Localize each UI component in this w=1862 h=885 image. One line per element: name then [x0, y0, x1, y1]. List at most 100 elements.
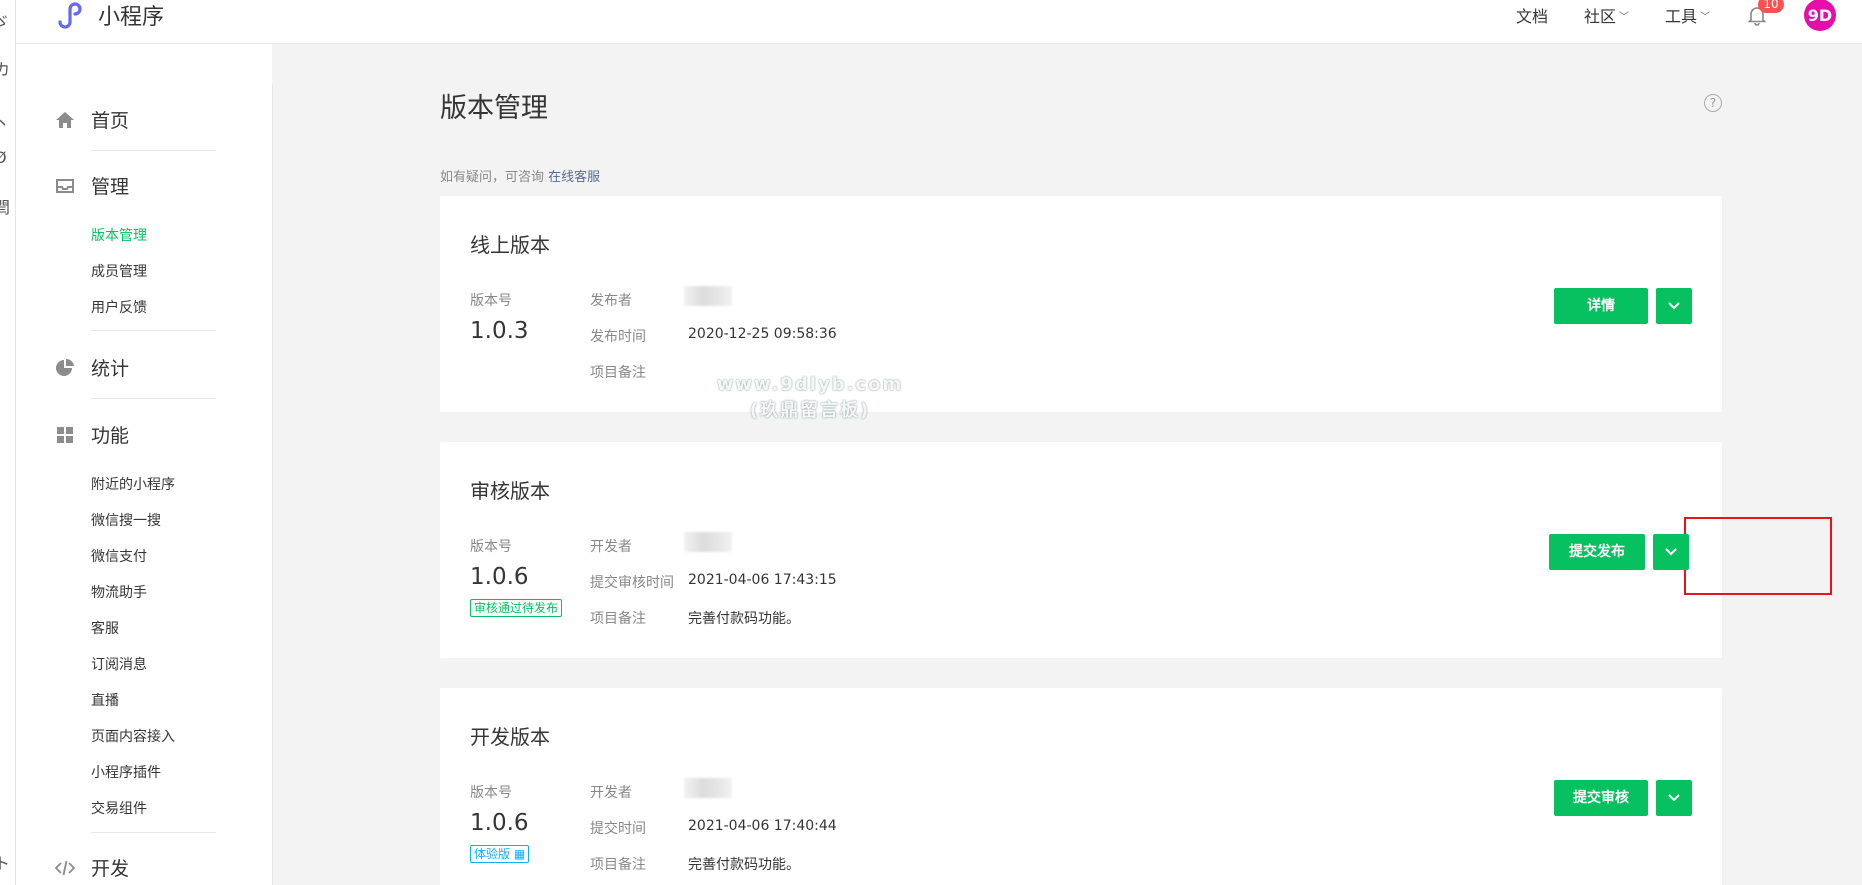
nav-community-label: 社区	[1583, 7, 1616, 26]
sidebar-item-subscription[interactable]: 订阅消息	[91, 654, 147, 674]
remark-label: 项目备注	[590, 611, 646, 627]
sidebar-item-live[interactable]: 直播	[91, 690, 119, 710]
avatar[interactable]: 9D	[1804, 0, 1836, 31]
version-number: 1.0.6	[470, 564, 529, 590]
status-badge: 审核通过待发布	[470, 599, 563, 617]
sidebar-item-trade-component[interactable]: 交易组件	[91, 798, 147, 818]
card-title: 审核版本	[470, 479, 550, 503]
version-label: 版本号	[470, 293, 512, 309]
inbox-icon	[56, 178, 74, 193]
dev-version-card: 开发版本 版本号 1.0.6 体验版 ▦ 开发者 提交时间 2021-04-06…	[440, 688, 1722, 885]
sidebar-manage-label: 管理	[91, 176, 130, 198]
logo[interactable]: 小程序	[54, 0, 164, 30]
nav-tools[interactable]: 工具 ﹀	[1665, 3, 1710, 27]
dropdown-button[interactable]	[1656, 780, 1692, 816]
remark-text: 完善付款码功能。	[688, 857, 800, 873]
watermark-url: www.9dlyb.com	[716, 374, 904, 395]
remark-text: 完善付款码功能。	[688, 611, 800, 627]
miniprogram-logo-icon	[58, 2, 82, 29]
publish-time: 2020-12-25 09:58:36	[688, 326, 837, 342]
sidebar-item-user-feedback[interactable]: 用户反馈	[91, 297, 147, 317]
card-title: 开发版本	[470, 725, 550, 749]
highlight-box	[1684, 517, 1832, 595]
review-version-card: 审核版本 版本号 1.0.6 审核通过待发布 开发者 提交审核时间 2021-0…	[440, 442, 1832, 658]
sidebar-dev-label: 开发	[91, 858, 130, 880]
pie-chart-icon	[56, 358, 74, 376]
blurred-avatar	[684, 286, 732, 306]
submit-review-button[interactable]: 提交审核	[1554, 780, 1648, 816]
sidebar-item-nearby[interactable]: 附近的小程序	[91, 474, 175, 494]
detail-button[interactable]: 详情	[1554, 288, 1648, 324]
sidebar-stats-label: 统计	[91, 358, 130, 380]
page-title: 版本管理	[440, 93, 548, 124]
version-number: 1.0.3	[470, 318, 529, 344]
notification-bell[interactable]: 10	[1746, 0, 1784, 26]
remark-label: 项目备注	[590, 857, 646, 873]
review-time: 2021-04-06 17:43:15	[688, 572, 837, 588]
edge-char: カ	[0, 56, 10, 80]
nav-community[interactable]: 社区 ﹀	[1584, 3, 1629, 27]
submit-time: 2021-04-06 17:40:44	[688, 818, 837, 834]
sidebar: 首页 管理 版本管理 成员管理 用户反馈 统计 功能 附近的小程序 微信搜一搜 …	[16, 44, 273, 885]
divider	[91, 150, 216, 151]
sidebar-item-stats[interactable]: 统计	[54, 354, 129, 381]
edge-char: Ø	[0, 148, 7, 167]
chevron-down-icon: ﹀	[1700, 11, 1710, 23]
publish-time-label: 发布时间	[590, 329, 646, 345]
status-badge[interactable]: 体验版 ▦	[470, 845, 530, 863]
sidebar-home-label: 首页	[91, 110, 130, 132]
blurred-avatar	[684, 532, 732, 552]
edge-char: ゞ	[0, 8, 10, 32]
sidebar-item-dev[interactable]: 开发	[54, 854, 129, 881]
chevron-down-icon	[1668, 794, 1680, 802]
sidebar-item-wechat-pay[interactable]: 微信支付	[91, 546, 147, 566]
chevron-down-icon	[1668, 302, 1680, 310]
card-title: 线上版本	[470, 233, 550, 257]
top-header: 小程序 文档 社区 ﹀ 工具 ﹀ 10 9D	[16, 0, 1862, 44]
online-version-card: 线上版本 版本号 1.0.3 发布者 发布时间 2020-12-25 09:58…	[440, 196, 1722, 412]
divider	[91, 398, 216, 399]
developer-label: 开发者	[590, 539, 632, 555]
submit-publish-button[interactable]: 提交发布	[1549, 534, 1645, 570]
dropdown-button[interactable]	[1653, 534, 1689, 570]
left-window-edge: ゞ カ 丶 Ø 閆 ト	[0, 0, 16, 885]
chevron-down-icon: ﹀	[1618, 11, 1629, 23]
sidebar-item-version-manage[interactable]: 版本管理	[91, 225, 147, 245]
watermark: www.9dlyb.com (玖鼎留言板)	[690, 372, 930, 424]
grid-icon	[57, 426, 73, 443]
watermark-caption: (玖鼎留言板)	[749, 400, 871, 421]
review-time-label: 提交审核时间	[590, 575, 674, 591]
notice-text: 如有疑问，可咨询	[440, 170, 545, 185]
remark-label: 项目备注	[590, 365, 646, 381]
nav-tools-label: 工具	[1664, 7, 1697, 26]
sidebar-item-home[interactable]: 首页	[54, 106, 129, 133]
notification-badge: 10	[1758, 0, 1784, 13]
code-icon	[54, 860, 76, 875]
sidebar-features-label: 功能	[91, 425, 130, 447]
logo-text: 小程序	[98, 5, 165, 30]
dropdown-button[interactable]	[1656, 288, 1692, 324]
sidebar-item-member-manage[interactable]: 成员管理	[91, 261, 147, 281]
sidebar-item-features[interactable]: 功能	[54, 421, 129, 448]
version-number: 1.0.6	[470, 810, 529, 836]
top-nav: 文档 社区 ﹀ 工具 ﹀ 10 9D	[1516, 0, 1862, 31]
blurred-avatar	[684, 778, 732, 798]
online-service-link[interactable]: 在线客服	[548, 170, 600, 185]
developer-label: 开发者	[590, 785, 632, 801]
sidebar-item-wechat-search[interactable]: 微信搜一搜	[91, 510, 161, 530]
edge-char: 丶	[0, 110, 10, 134]
sidebar-item-customer-service[interactable]: 客服	[91, 618, 119, 638]
version-label: 版本号	[470, 539, 512, 555]
divider	[91, 330, 216, 331]
nav-docs-label: 文档	[1515, 7, 1548, 26]
publisher-label: 发布者	[590, 293, 632, 309]
help-icon[interactable]: ?	[1704, 94, 1722, 112]
version-label: 版本号	[470, 785, 512, 801]
edge-char: 閆	[0, 194, 10, 218]
sidebar-item-manage[interactable]: 管理	[54, 172, 129, 199]
nav-docs[interactable]: 文档	[1516, 3, 1548, 27]
sidebar-item-logistics[interactable]: 物流助手	[91, 582, 147, 602]
sidebar-item-plugins[interactable]: 小程序插件	[91, 762, 161, 782]
sidebar-item-page-content[interactable]: 页面内容接入	[91, 726, 175, 746]
help-notice: 如有疑问，可咨询 在线客服	[440, 166, 600, 185]
